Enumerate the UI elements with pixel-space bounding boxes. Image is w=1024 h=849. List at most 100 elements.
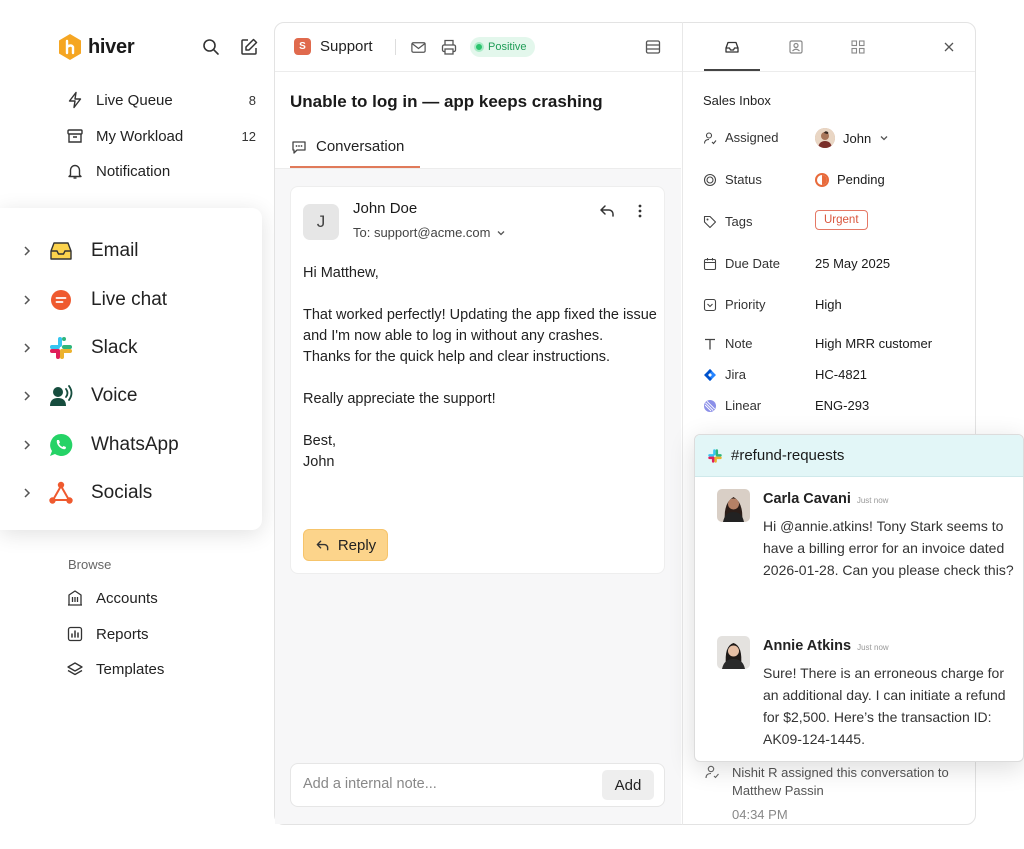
reply-button[interactable]: Reply: [303, 529, 388, 561]
slack-thread-card: #refund-requests Carla Cavani Just now Hi…: [694, 434, 1024, 762]
chevron-right-icon: [24, 295, 31, 305]
compose-icon[interactable]: [240, 38, 258, 56]
tab-apps-icon[interactable]: [851, 40, 865, 54]
assignee-selector[interactable]: John: [815, 128, 889, 148]
chat-bubble-icon: [292, 140, 306, 154]
tag-urgent[interactable]: Urgent: [815, 210, 868, 230]
nav-reports[interactable]: Reports: [66, 622, 256, 646]
bolt-icon: [68, 91, 82, 109]
layers-icon: [67, 662, 83, 676]
channel-live-chat[interactable]: Live chat: [22, 285, 167, 315]
sender-name: John Doe: [353, 200, 418, 217]
sentiment-badge: Positive: [470, 37, 535, 57]
linear-icon: [704, 399, 716, 412]
chevron-right-icon: [24, 343, 31, 353]
status-circle-icon: [703, 173, 717, 186]
toolbar-separator: [395, 39, 396, 55]
status-selector[interactable]: Pending: [815, 172, 885, 187]
jira-icon: [704, 368, 716, 381]
brand-name: hiver: [88, 35, 135, 58]
chevron-right-icon: [24, 246, 31, 256]
tags-value[interactable]: Urgent: [815, 210, 868, 230]
details-tab-indicator: [704, 69, 760, 71]
chevron-down-icon: [880, 136, 888, 141]
nav-label: Templates: [96, 660, 165, 678]
channel-label: Socials: [91, 482, 153, 503]
assignee-avatar: [815, 128, 835, 148]
prop-label: Jira: [725, 367, 746, 382]
slack-avatar: [717, 489, 750, 522]
channels-card: Email Live chat Slack Voice WhatsApp Soc…: [0, 208, 262, 530]
reply-icon: [316, 540, 329, 550]
tab-conversation[interactable]: Conversation: [291, 138, 404, 155]
slack-icon: [708, 448, 722, 463]
channel-label: Email: [91, 240, 139, 261]
user-assign-icon: [705, 765, 719, 779]
add-note-button[interactable]: Add: [602, 770, 654, 800]
nav-label: Live Queue: [96, 91, 173, 109]
slack-sender-name: Annie Atkins Just now: [763, 638, 889, 654]
sentiment-dot-icon: [474, 42, 484, 52]
prop-status: Status: [703, 172, 762, 187]
prop-note: Note: [703, 336, 752, 351]
channel-email[interactable]: Email: [22, 236, 139, 266]
nav-templates[interactable]: Templates: [66, 657, 256, 681]
slack-message-text: Hi @annie.atkins! Tony Stark seems to ha…: [763, 518, 1014, 578]
prop-label: Priority: [725, 297, 766, 312]
nav-label: Notification: [96, 162, 171, 180]
channel-socials[interactable]: Socials: [22, 478, 152, 508]
mailbox-selector[interactable]: S Support: [294, 38, 373, 55]
nav-notification[interactable]: Notification: [66, 159, 256, 183]
jira-value[interactable]: HC-4821: [815, 367, 867, 382]
header-divider: [275, 71, 975, 72]
pending-status-icon: [815, 172, 829, 187]
live-chat-icon: [51, 290, 71, 310]
nav-live-queue[interactable]: Live Queue 8: [66, 88, 256, 112]
reply-arrow-icon[interactable]: [598, 202, 616, 220]
chevron-right-icon: [24, 488, 31, 498]
internal-note-placeholder: Add a internal note...: [303, 776, 437, 792]
channel-voice[interactable]: Voice: [22, 381, 137, 411]
recipient-line[interactable]: To: support@acme.com: [353, 225, 506, 240]
email-icon[interactable]: [410, 39, 427, 56]
activity-time: 04:34 PM: [732, 807, 788, 822]
tab-label: Conversation: [316, 138, 405, 155]
nav-accounts[interactable]: Accounts: [66, 586, 256, 610]
linear-value[interactable]: ENG-293: [815, 398, 869, 413]
recipient-text: To: support@acme.com: [353, 225, 491, 240]
prop-label: Note: [725, 336, 753, 351]
tab-contact-icon[interactable]: [788, 39, 804, 55]
nav-label: Reports: [96, 625, 149, 643]
hiver-logo[interactable]: hiver: [58, 34, 135, 60]
email-greeting: Hi Matthew,: [303, 265, 379, 281]
browse-section-label: Browse: [68, 557, 112, 572]
email-signoff: Best,: [303, 433, 337, 449]
print-icon[interactable]: [440, 38, 458, 56]
layout-toggle-icon[interactable]: [645, 39, 661, 55]
channel-label: Live chat: [91, 289, 168, 310]
tab-active-indicator: [290, 166, 420, 168]
channel-slack[interactable]: Slack: [22, 333, 137, 363]
chevron-down-icon: [498, 230, 505, 235]
more-options-icon[interactable]: [636, 203, 644, 219]
tab-inbox-icon[interactable]: [724, 39, 740, 55]
nav-my-workload[interactable]: My Workload 12: [66, 124, 256, 148]
search-icon[interactable]: [202, 38, 220, 56]
bell-icon: [68, 164, 82, 179]
email-inbox-icon: [50, 242, 72, 260]
prop-due-date: Due Date: [703, 256, 780, 271]
close-icon[interactable]: [944, 42, 954, 52]
reply-label: Reply: [337, 536, 377, 554]
prop-label: Assigned: [725, 130, 779, 145]
channel-whatsapp[interactable]: WhatsApp: [22, 430, 179, 460]
channel-label: Voice: [91, 385, 138, 406]
slack-channel-header[interactable]: #refund-requests: [695, 435, 1023, 477]
due-date-value[interactable]: 25 May 2025: [815, 256, 890, 271]
nav-label: Accounts: [96, 589, 158, 607]
slack-timestamp: Just now: [857, 643, 889, 652]
mailbox-name: Support: [320, 38, 373, 55]
priority-icon: [703, 298, 717, 311]
user-check-icon: [703, 131, 717, 144]
priority-value[interactable]: High: [815, 297, 842, 312]
hiver-logo-icon: [59, 34, 81, 60]
